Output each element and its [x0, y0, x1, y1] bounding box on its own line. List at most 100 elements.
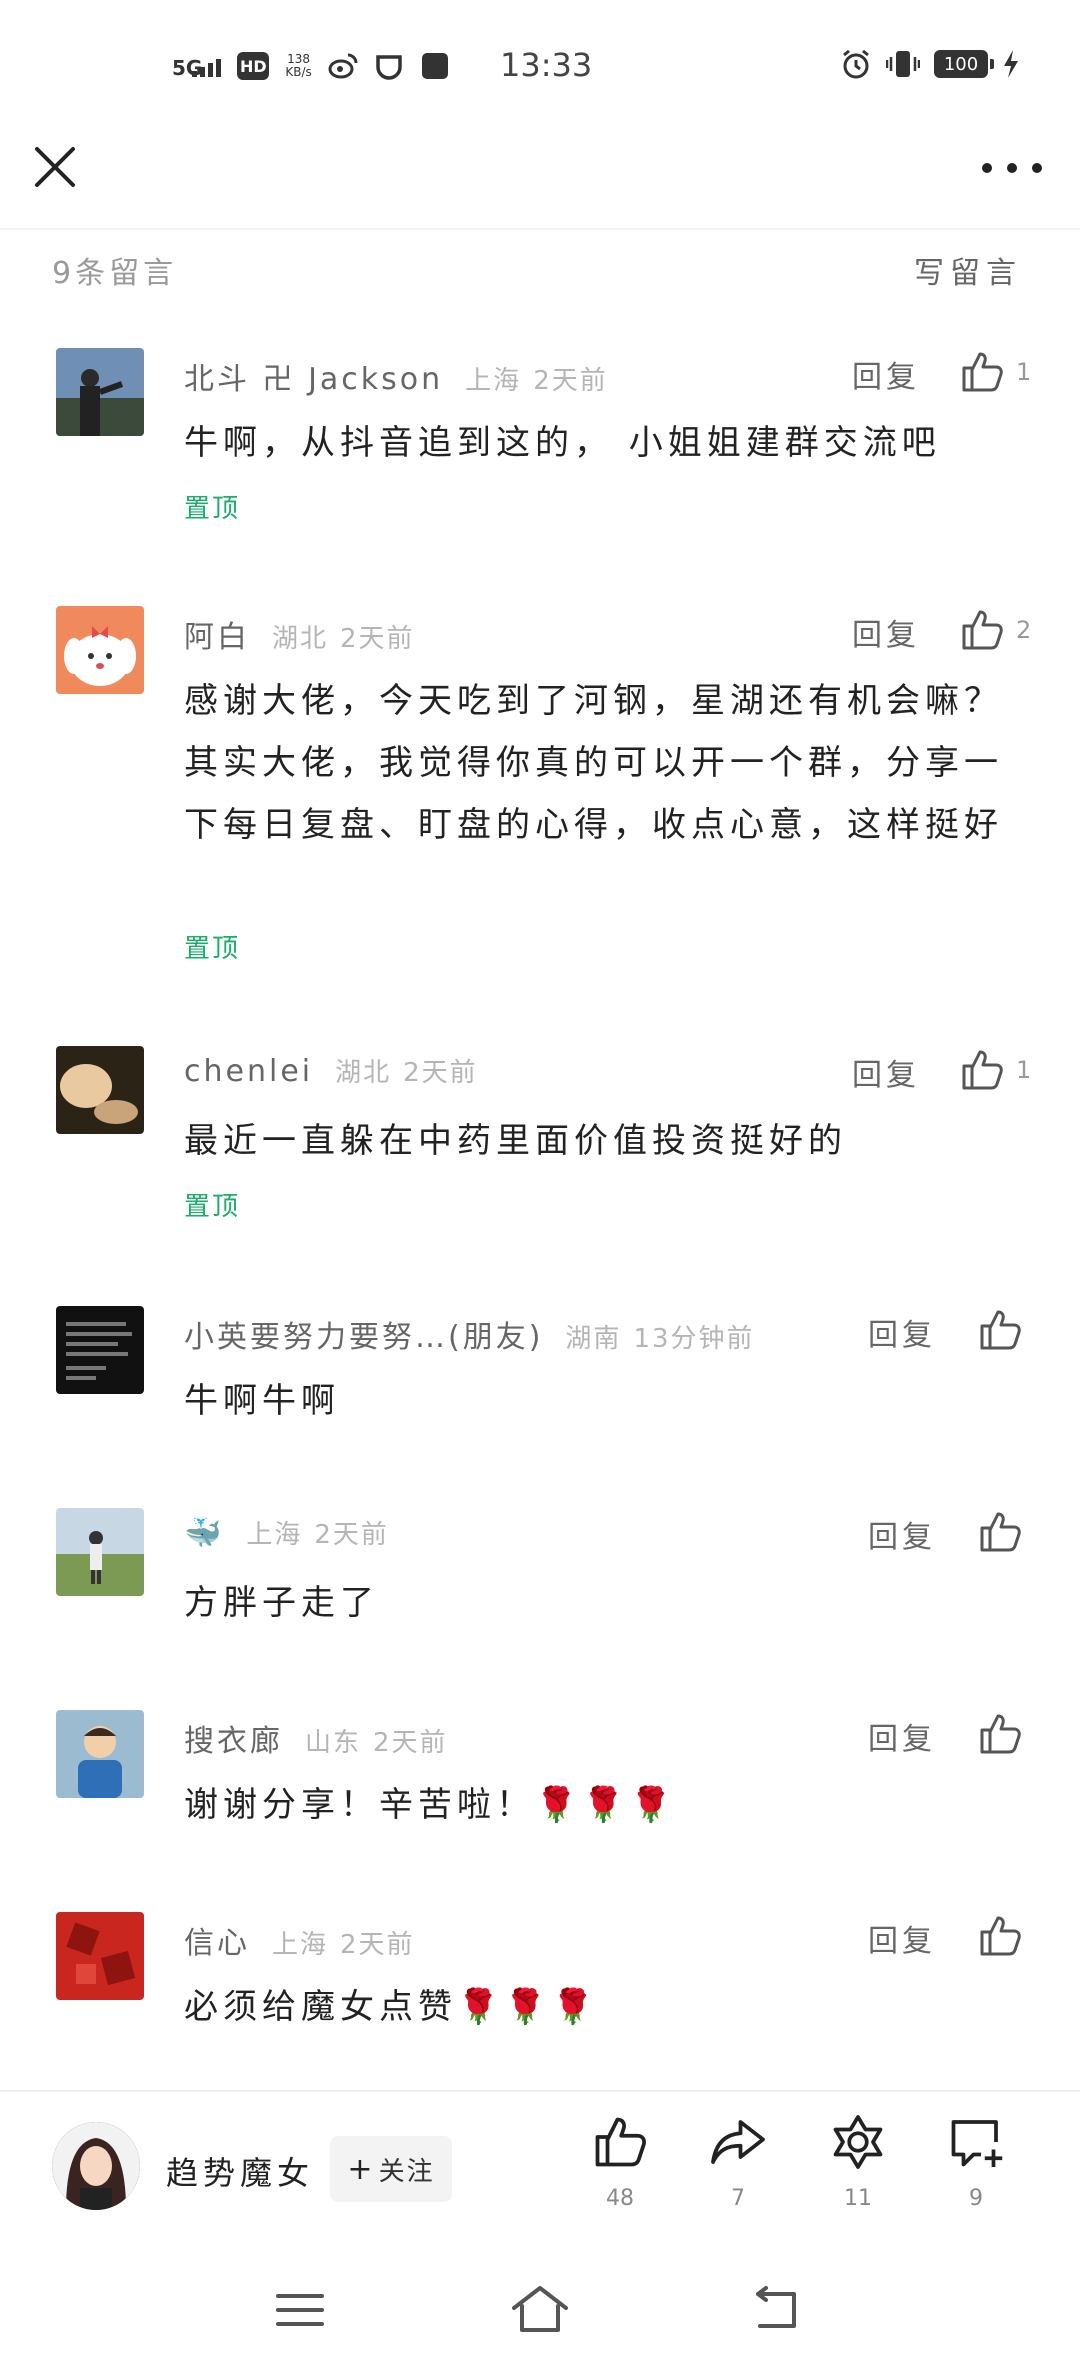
home-icon[interactable] — [510, 2280, 570, 2340]
commenter-name[interactable]: 北斗 卍 Jackson — [184, 354, 443, 398]
comment-item: 北斗 卍 Jackson 上海 2天前 回复 1 牛啊，从抖音追到这的， 小姐姐… — [0, 348, 1080, 528]
pinned-label: 置顶 — [184, 934, 241, 964]
comment-text: 牛啊，从抖音追到这的， 小姐姐建群交流吧 — [184, 423, 941, 463]
comments-header: 9条留言 写留言 — [0, 232, 1080, 296]
like-icon[interactable] — [976, 1710, 1024, 1758]
comment-meta: chenlei 湖北 2天前 — [184, 1052, 478, 1092]
avatar[interactable] — [56, 1508, 144, 1596]
favorite-action[interactable]: 11 — [818, 2112, 898, 2211]
like-icon[interactable] — [958, 606, 1006, 654]
comment-location: 上海 — [272, 1930, 329, 1960]
follow-button[interactable]: + 关注 — [330, 2136, 452, 2202]
star-icon — [833, 2115, 883, 2169]
comment-text: 感谢大佬，今天吃到了河钢，星湖还有机会嘛？其实大佬，我觉得你真的可以开一个群，分… — [184, 681, 1003, 845]
author-name[interactable]: 趋势魔女 — [166, 2148, 314, 2194]
signal-icon — [192, 55, 222, 77]
network-speed: 138 KB/s — [285, 53, 311, 79]
thumbs-up-icon — [595, 2117, 646, 2167]
like-icon[interactable] — [958, 348, 1006, 396]
hd-icon: HD — [237, 52, 270, 80]
avatar[interactable] — [56, 348, 144, 436]
like-count: 2 — [1016, 616, 1032, 644]
comment-meta: 小英要努力要努…(朋友) 湖南 13分钟前 — [184, 1312, 755, 1355]
menu-icon[interactable] — [270, 2280, 330, 2340]
more-options-icon[interactable] — [982, 148, 1042, 188]
comment-icon — [951, 2120, 1003, 2167]
back-icon[interactable] — [748, 2280, 808, 2340]
like-icon[interactable] — [958, 1046, 1006, 1094]
reply-button[interactable]: 回复 — [868, 1512, 936, 1556]
alarm-icon — [843, 49, 869, 79]
like-action[interactable]: 48 — [580, 2112, 660, 2211]
avatar[interactable] — [56, 1306, 144, 1394]
comment-count: 9条留言 — [52, 256, 178, 291]
comment-location: 湖北 — [272, 624, 329, 654]
like-count: 1 — [1016, 1056, 1032, 1084]
like-icon[interactable] — [976, 1912, 1024, 1960]
comment-action[interactable]: 9 — [936, 2112, 1016, 2211]
commenter-name[interactable]: 信心 — [184, 1918, 250, 1962]
like-icon[interactable] — [976, 1306, 1024, 1354]
speed-unit: KB/s — [285, 65, 312, 79]
avatar[interactable] — [56, 1710, 144, 1798]
comment-time: 2天前 — [373, 1728, 448, 1758]
vibrate-icon — [886, 51, 920, 77]
share-action[interactable]: 7 — [698, 2112, 778, 2211]
header-divider — [0, 228, 1080, 230]
write-comment-button[interactable]: 写留言 — [914, 248, 1022, 292]
like-count: 1 — [1016, 358, 1032, 386]
reply-button[interactable]: 回复 — [868, 1714, 936, 1758]
reply-button[interactable]: 回复 — [852, 352, 920, 396]
comment-item: chenlei 湖北 2天前 回复 1 最近一直躲在中药里面价值投资挺好的 置顶 — [0, 1046, 1080, 1226]
comment-item: 🐳 上海 2天前 回复 方胖子走了 — [0, 1508, 1080, 1628]
reply-button[interactable]: 回复 — [852, 610, 920, 654]
comment-time: 2天前 — [314, 1520, 389, 1550]
like-icon[interactable] — [976, 1508, 1024, 1556]
weibo-icon — [328, 53, 358, 79]
network-indicator: 5G — [172, 55, 222, 78]
status-bar: 5G HD 138 KB/s 13:33 100 — [0, 0, 1080, 130]
bottom-divider — [0, 2090, 1080, 2092]
reply-button[interactable]: 回复 — [852, 1050, 920, 1094]
star-count: 11 — [844, 2186, 872, 2211]
comment-item: 信心 上海 2天前 回复 必须给魔女点赞🌹🌹🌹 — [0, 1912, 1080, 2032]
comment-text: 必须给魔女点赞🌹🌹🌹 — [184, 1987, 600, 2027]
follow-label: 关注 — [378, 2156, 435, 2187]
system-navbar — [0, 2260, 1080, 2376]
comment-location: 湖南 — [565, 1324, 622, 1354]
commenter-name[interactable]: 阿白 — [184, 612, 250, 656]
battery-icon: 100 — [934, 50, 994, 78]
comment-location: 上海 — [246, 1520, 303, 1550]
comment-time: 2天前 — [340, 624, 415, 654]
comment-location: 山东 — [305, 1728, 362, 1758]
status-right: 100 — [840, 48, 1020, 80]
comment-text: 谢谢分享！辛苦啦！🌹🌹🌹 — [184, 1785, 678, 1825]
share-count: 7 — [731, 2186, 745, 2211]
commenter-name[interactable]: 🐳 — [184, 1516, 224, 1551]
avatar[interactable] — [56, 1046, 144, 1134]
comment-text: 方胖子走了 — [184, 1583, 379, 1623]
comment-location: 上海 — [465, 366, 522, 396]
clock: 13:33 — [500, 46, 593, 84]
avatar[interactable] — [56, 606, 144, 694]
comment-time: 2天前 — [533, 366, 608, 396]
avatar[interactable] — [56, 1912, 144, 2000]
comment-meta: 🐳 上海 2天前 — [184, 1514, 389, 1554]
comment-time: 13分钟前 — [633, 1324, 755, 1354]
author-avatar[interactable] — [52, 2122, 140, 2210]
pinned-label: 置顶 — [184, 1192, 241, 1222]
comment-meta: 北斗 卍 Jackson 上海 2天前 — [184, 354, 608, 397]
reply-button[interactable]: 回复 — [868, 1310, 936, 1354]
comment-text: 牛啊牛啊 — [184, 1381, 340, 1421]
comment-meta: 信心 上海 2天前 — [184, 1918, 415, 1961]
comment-text: 最近一直躲在中药里面价值投资挺好的 — [184, 1121, 847, 1161]
commenter-name[interactable]: 小英要努力要努…(朋友) — [184, 1312, 543, 1356]
app-notification-icon — [376, 55, 402, 80]
commenter-name[interactable]: 搜衣廊 — [184, 1716, 283, 1760]
pinned-label: 置顶 — [184, 494, 241, 524]
close-icon[interactable] — [28, 140, 82, 194]
commenter-name[interactable]: chenlei — [184, 1054, 313, 1089]
reply-button[interactable]: 回复 — [868, 1916, 936, 1960]
comment-item: 搜衣廊 山东 2天前 回复 谢谢分享！辛苦啦！🌹🌹🌹 — [0, 1710, 1080, 1830]
comment-time: 2天前 — [403, 1058, 478, 1088]
